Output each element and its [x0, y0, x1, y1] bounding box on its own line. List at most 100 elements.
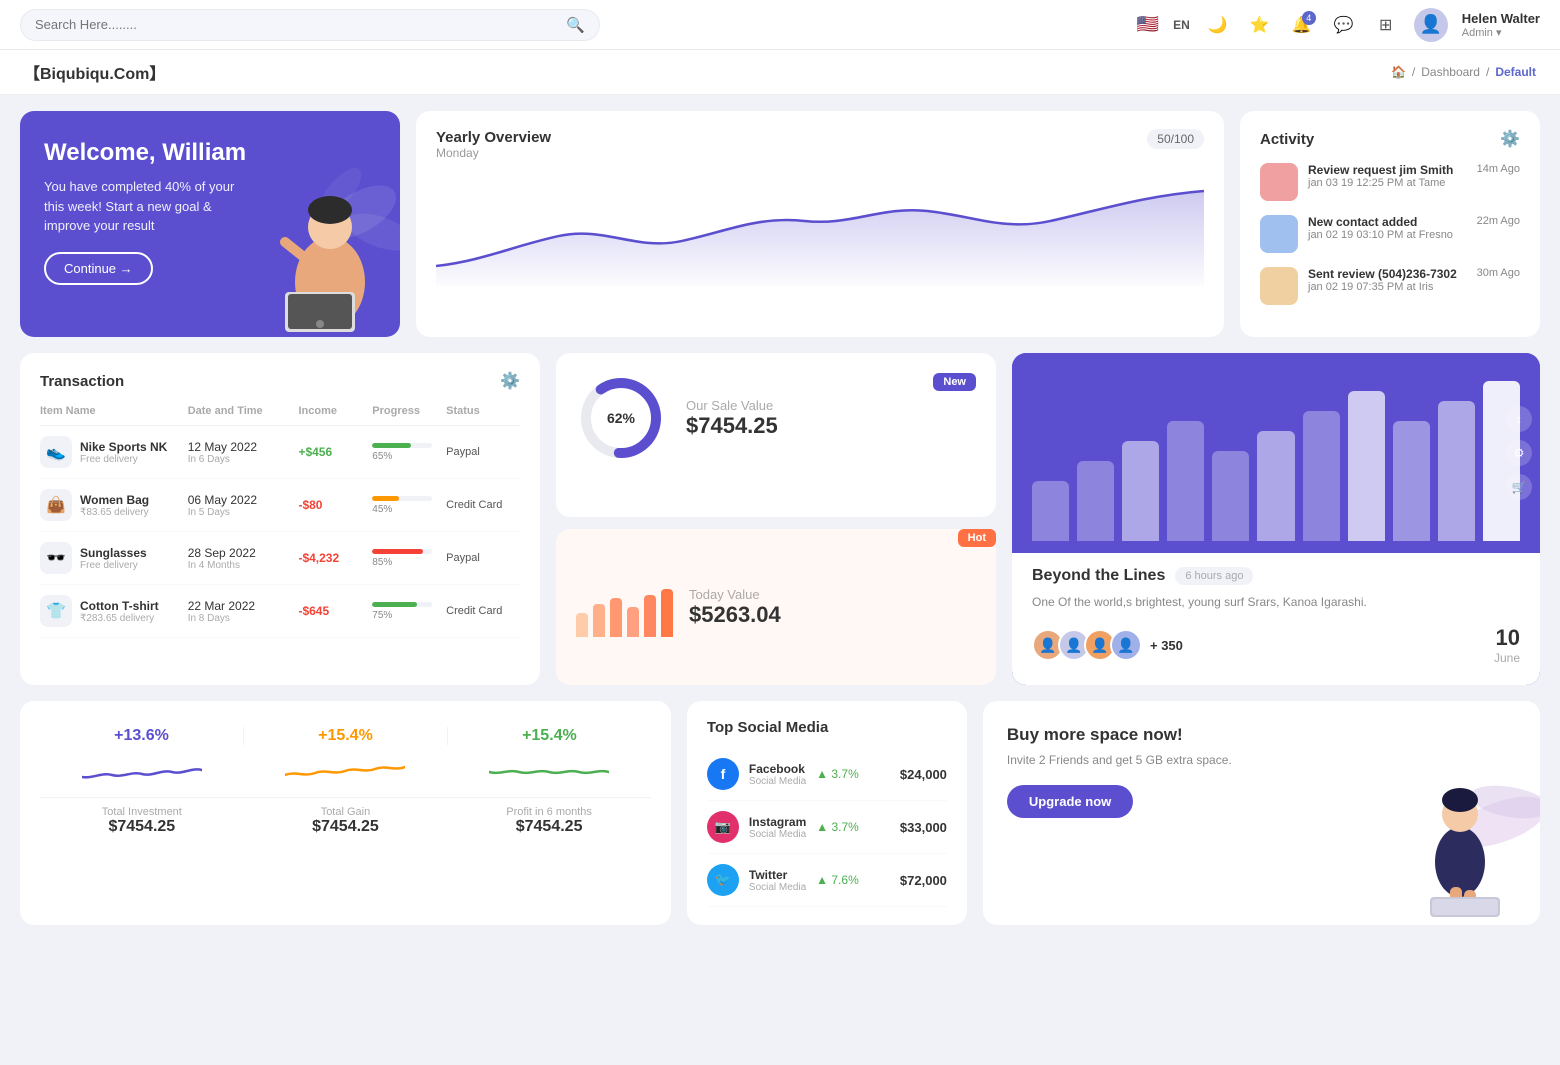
notification-badge: 4: [1302, 11, 1316, 25]
expand-icon[interactable]: ⊞: [1372, 11, 1400, 39]
yearly-overview-subtitle: Monday: [436, 146, 551, 160]
stats-card: +13.6% +15.4% +15.4%: [20, 701, 671, 925]
item-text-0: Nike Sports NK Free delivery: [80, 440, 167, 465]
row-2: Transaction ⚙️ Item Name Date and Time I…: [20, 353, 1540, 685]
today-bar-3: [627, 607, 639, 637]
search-input[interactable]: [35, 17, 558, 32]
big-bar-3: [1167, 421, 1204, 541]
yearly-overview-chart: [436, 176, 1204, 286]
continue-button[interactable]: Continue →: [44, 252, 153, 285]
user-info: Helen Walter Admin ▾: [1462, 11, 1540, 39]
chat-icon[interactable]: 💬: [1330, 11, 1358, 39]
status-1: Credit Card: [446, 499, 520, 511]
transaction-settings-icon[interactable]: ⚙️: [500, 371, 520, 391]
social-row-1: 📷 Instagram Social Media ▲ 3.7% $33,000: [707, 801, 947, 854]
progress-3: 75%: [372, 602, 446, 621]
activity-settings-icon[interactable]: ⚙️: [1500, 129, 1520, 149]
transaction-header: Transaction ⚙️: [40, 371, 520, 391]
moon-icon[interactable]: 🌙: [1204, 11, 1232, 39]
activity-sub-2: jan 02 19 07:35 PM at Iris: [1308, 281, 1467, 293]
home-icon[interactable]: 🏠: [1391, 65, 1406, 79]
welcome-illustration: [210, 152, 400, 337]
search-box[interactable]: 🔍: [20, 9, 600, 41]
sparkline-2: [447, 757, 651, 793]
breadcrumb-dashboard[interactable]: Dashboard: [1421, 65, 1480, 79]
big-bar-8: [1393, 421, 1430, 541]
table-row: 👟 Nike Sports NK Free delivery 12 May 20…: [40, 426, 520, 479]
beyond-title: Beyond the Lines: [1032, 567, 1165, 585]
scroll-up-icon[interactable]: ↕: [1506, 406, 1532, 432]
today-bar-chart: [576, 577, 673, 637]
progress-fill-0: [372, 443, 411, 448]
stat-label-item-0: Total Investment $7454.25: [40, 806, 244, 836]
breadcrumb: 🏠 / Dashboard / Default: [1391, 65, 1536, 79]
yearly-overview-card: Yearly Overview Monday 50/100: [416, 111, 1224, 337]
activity-list: Review request jim Smith jan 03 19 12:25…: [1260, 163, 1520, 305]
item-sub-1: ₹83.65 delivery: [80, 507, 149, 518]
stat-label-0: Total Investment: [40, 806, 244, 818]
notification-icon[interactable]: 🔔 4: [1288, 11, 1316, 39]
activity-info-1: New contact added jan 02 19 03:10 PM at …: [1308, 215, 1467, 241]
sale-value-card: 62% Our Sale Value $7454.25 New: [556, 353, 996, 517]
row-3: +13.6% +15.4% +15.4%: [20, 701, 1540, 925]
activity-sub-0: jan 03 19 12:25 PM at Tame: [1308, 177, 1467, 189]
beyond-desc: One Of the world,s brightest, young surf…: [1032, 593, 1520, 611]
col-date: Date and Time: [188, 405, 299, 417]
search-icon[interactable]: 🔍: [566, 16, 585, 34]
activity-item: Review request jim Smith jan 03 19 12:25…: [1260, 163, 1520, 201]
activity-title-0: Review request jim Smith: [1308, 163, 1467, 177]
big-bar-6: [1303, 411, 1340, 541]
social-pct-1: ▲ 3.7%: [816, 820, 859, 834]
social-amount-0: $24,000: [900, 767, 947, 782]
social-type-2: Social Media: [749, 882, 806, 893]
item-info-1: 👜 Women Bag ₹83.65 delivery: [40, 489, 188, 521]
social-name-2: Twitter: [749, 868, 806, 882]
social-type-1: Social Media: [749, 829, 806, 840]
big-bar-0: [1032, 481, 1069, 541]
progress-bar-2: [372, 549, 432, 554]
sparkline-1: [244, 757, 448, 793]
status-0: Paypal: [446, 446, 520, 458]
big-bar-chart-card: ↕ ⚙ 🛒: [1012, 353, 1540, 553]
lang-label[interactable]: EN: [1173, 18, 1190, 32]
date-2: 28 Sep 2022: [188, 546, 299, 560]
stat-item-2: +15.4%: [448, 727, 651, 745]
row-1: Welcome, William You have completed 40% …: [20, 111, 1540, 337]
today-value-card: Today Value $5263.04 Hot: [556, 529, 996, 685]
progress-0: 65%: [372, 443, 446, 462]
breadcrumb-sep2: /: [1486, 65, 1489, 79]
main-content: Welcome, William You have completed 40% …: [0, 95, 1560, 941]
cart-icon[interactable]: 🛒: [1506, 474, 1532, 500]
date-info-2: 28 Sep 2022 In 4 Months: [188, 546, 299, 571]
activity-info-2: Sent review (504)236-7302 jan 02 19 07:3…: [1308, 267, 1467, 293]
sparklines-row: [40, 753, 651, 797]
scroll-down-icon[interactable]: ⚙: [1506, 440, 1532, 466]
avatar[interactable]: 👤: [1414, 8, 1448, 42]
activity-item: Sent review (504)236-7302 jan 02 19 07:3…: [1260, 267, 1520, 305]
progress-fill-1: [372, 496, 399, 501]
progress-bar-3: [372, 602, 432, 607]
stat-label-item-2: Profit in 6 months $7454.25: [447, 806, 651, 836]
col-progress: Progress: [372, 405, 446, 417]
beyond-card: Beyond the Lines 6 hours ago One Of the …: [1012, 553, 1540, 685]
social-type-0: Social Media: [749, 776, 806, 787]
social-media-rows: f Facebook Social Media ▲ 3.7% $24,000 📷…: [707, 748, 947, 907]
activity-time-1: 22m Ago: [1477, 215, 1520, 227]
social-pct-0: ▲ 3.7%: [816, 767, 859, 781]
stats-content: +13.6% +15.4% +15.4%: [40, 719, 651, 844]
scroll-controls: ↕ ⚙ 🛒: [1506, 406, 1532, 500]
today-bar-5: [661, 589, 673, 637]
star-icon[interactable]: ⭐: [1246, 11, 1274, 39]
table-row: 👕 Cotton T-shirt ₹283.65 delivery 22 Mar…: [40, 585, 520, 638]
progress-pct-3: 75%: [372, 610, 446, 621]
breadcrumb-bar: 【Biqubiqu.Com】 🏠 / Dashboard / Default: [0, 50, 1560, 95]
item-info-2: 🕶️ Sunglasses Free delivery: [40, 542, 188, 574]
activity-thumb-0: [1260, 163, 1298, 201]
topbar-right: 🇺🇸 EN 🌙 ⭐ 🔔 4 💬 ⊞ 👤 Helen Walter Admin ▾: [1137, 8, 1540, 42]
big-chart-section: ↕ ⚙ 🛒 Beyond the Lines 6 hours ago One O…: [1012, 353, 1540, 685]
progress-pct-0: 65%: [372, 451, 446, 462]
upgrade-button[interactable]: Upgrade now: [1007, 785, 1133, 818]
social-info-2: Twitter Social Media: [749, 868, 806, 893]
income-3: -$645: [298, 604, 372, 618]
stat-value-2: $7454.25: [447, 818, 651, 836]
